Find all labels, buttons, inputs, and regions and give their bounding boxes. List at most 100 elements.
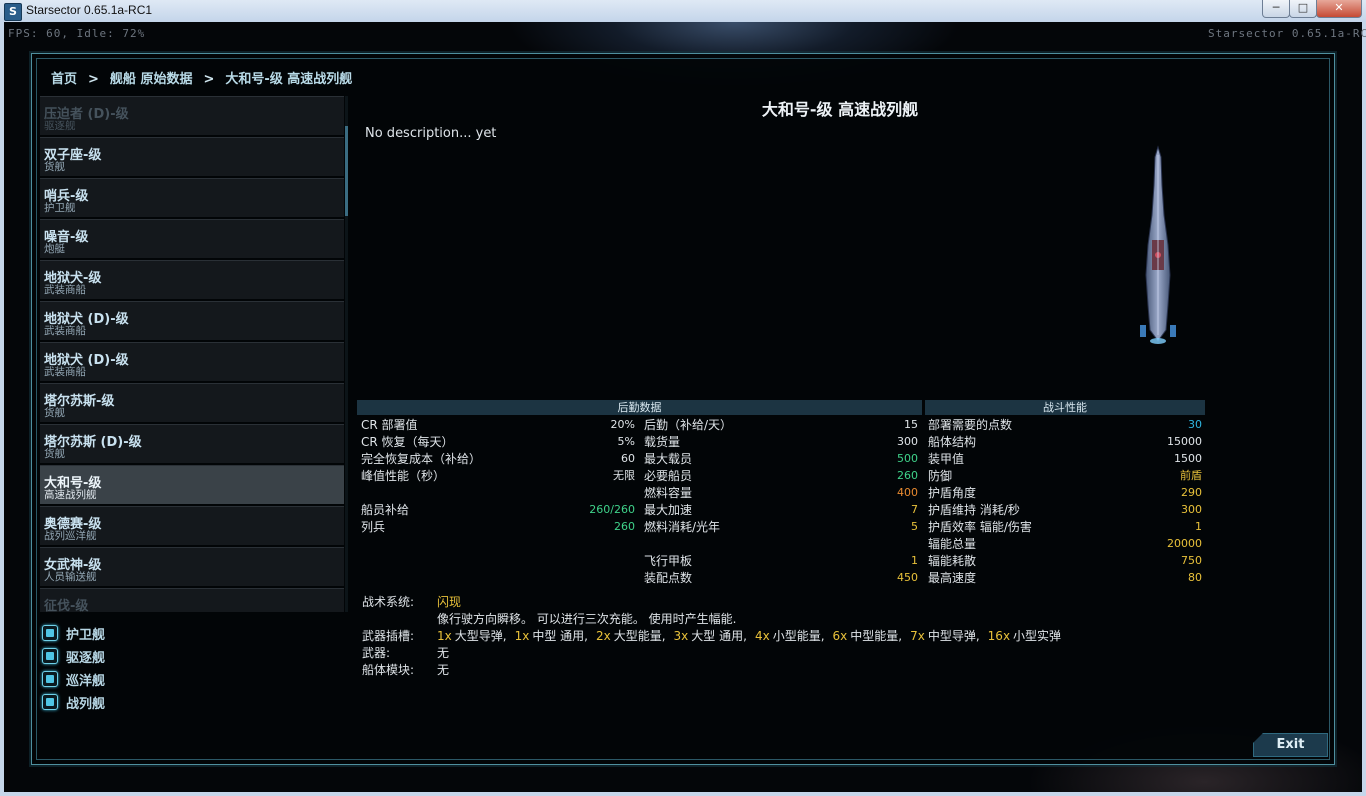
stat-value: 5% (617, 435, 635, 448)
weapon-slot-type: 大型能量, (613, 629, 666, 643)
tactical-system-label: 战术系统: (362, 595, 415, 609)
stat-value: 60 (621, 452, 635, 465)
weapon-slot-count: 6x (832, 629, 848, 643)
ship-description: No description... yet (365, 126, 497, 141)
checkbox-checked-icon (42, 648, 58, 664)
weapon-slot-type: 小型能量, (772, 629, 825, 643)
logistics-header: 后勤数据 (357, 400, 922, 415)
ship-class: 炮艇 (44, 243, 65, 255)
ship-list-item[interactable]: 压迫者 (D)-级 驱逐舰 (40, 96, 344, 135)
ship-class: 货舰 (44, 448, 65, 460)
ship-list-item[interactable]: 地狱犬 (D)-级 武装商船 (40, 342, 344, 381)
weapon-slot-count: 1x (514, 629, 530, 643)
weapon-slot-type: 中型 通用, (532, 629, 588, 643)
ship-list-item[interactable]: 塔尔苏斯 (D)-级 货舰 (40, 424, 344, 463)
filter-label: 驱逐舰 (66, 651, 106, 666)
window-title: Starsector 0.65.1a-RC1 (26, 3, 153, 17)
ship-list-item[interactable]: 噪音-级 炮艇 (40, 219, 344, 258)
stat-label: 燃料容量 (644, 486, 693, 500)
ship-class: 战列巡洋舰 (44, 530, 97, 542)
ship-list-item[interactable]: 征伐-级 (40, 588, 344, 612)
stat-label: 最高速度 (928, 571, 977, 585)
breadcrumb: 首页 > 舰船 原始数据 > 大和号-级 高速战列舰 (51, 68, 352, 87)
ship-class: 武装商船 (44, 325, 86, 337)
weapon-slots-label: 武器插槽: (362, 629, 415, 643)
tactical-system-description: 像行驶方向瞬移。 可以进行三次充能。 使用时产生幅能. (437, 612, 737, 626)
stat-value: 750 (1181, 554, 1202, 567)
stat-label: 后勤（补给/天） (644, 418, 733, 432)
exit-button[interactable]: Exit (1253, 733, 1328, 757)
weapon-slot-count: 7x (910, 629, 925, 643)
breadcrumb-current[interactable]: 大和号-级 高速战列舰 (225, 68, 352, 87)
ship-class: 人员输送舰 (44, 571, 97, 583)
maximize-button[interactable]: □ (1289, 0, 1317, 18)
stat-value: 20% (610, 418, 635, 431)
stat-label: 峰值性能（秒） (361, 469, 446, 483)
ship-list-item[interactable]: 女武神-级 人员输送舰 (40, 547, 344, 586)
weapon-slot-count: 2x (595, 629, 611, 643)
breadcrumb-separator: > (88, 72, 99, 87)
stat-value: 260 (614, 520, 635, 533)
stat-label: 装配点数 (644, 571, 693, 585)
stat-value: 260/260 (589, 503, 635, 516)
weapon-slots-list: 1x 大型导弹, 1x 中型 通用, 2x 大型能量, 3x 大型 通用, 4x 小型能量, 6x 中… (437, 628, 1069, 644)
stat-value: 290 (1181, 486, 1202, 499)
stat-value: 7 (911, 503, 918, 516)
stat-value: 1 (1195, 520, 1202, 533)
close-button[interactable]: ✕ (1316, 0, 1362, 18)
breadcrumb-ship-data[interactable]: 舰船 原始数据 (110, 68, 193, 87)
stat-label: 最大载员 (644, 452, 693, 466)
ship-class: 护卫舰 (44, 202, 76, 214)
stat-label: 最大加速 (644, 503, 693, 517)
breadcrumb-home[interactable]: 首页 (51, 68, 77, 87)
stat-label: 列兵 (361, 520, 386, 534)
ship-list-item[interactable]: 双子座-级 货舰 (40, 137, 344, 176)
weapon-slot-count: 16x (987, 629, 1011, 643)
combat-header: 战斗性能 (925, 400, 1205, 415)
filter-label: 战列舰 (66, 697, 106, 712)
fps-counter: FPS: 60, Idle: 72% (8, 27, 146, 40)
stat-label: 辐能耗散 (928, 554, 977, 568)
hullmods-label: 船体模块: (362, 663, 415, 677)
ship-class: 驱逐舰 (44, 120, 76, 132)
stat-value: 前盾 (1180, 469, 1202, 482)
weapon-slot-count: 1x (437, 629, 452, 643)
stat-label: 护盾维持 消耗/秒 (928, 503, 1020, 517)
stat-label: 船体结构 (928, 435, 977, 449)
stat-label: 防御 (928, 469, 953, 483)
checkbox-checked-icon (42, 694, 58, 710)
stat-label: 必要船员 (644, 469, 693, 483)
app-icon: S (4, 3, 22, 21)
stat-value: 5 (911, 520, 918, 533)
ship-list-item[interactable]: 奥德赛-级 战列巡洋舰 (40, 506, 344, 545)
stat-label: CR 部署值 (361, 418, 418, 432)
ship-list-item[interactable]: 地狱犬 (D)-级 武装商船 (40, 301, 344, 340)
ship-list-item-selected[interactable]: 大和号-级 高速战列舰 (40, 465, 344, 504)
weapon-slot-type: 大型 通用, (691, 629, 747, 643)
stat-label: 装甲值 (928, 452, 965, 466)
ship-list-item[interactable]: 哨兵-级 护卫舰 (40, 178, 344, 217)
breadcrumb-separator: > (203, 72, 215, 87)
stat-value: 400 (897, 486, 918, 499)
ship-class: 武装商船 (44, 284, 86, 296)
weapon-slot-type: 大型导弹, (454, 629, 507, 643)
weapon-slot-type: 中型导弹, (927, 629, 980, 643)
filter-label: 巡洋舰 (66, 674, 106, 689)
weapon-slot-type: 中型能量, (850, 629, 903, 643)
stat-value: 260 (897, 469, 918, 482)
ship-class: 武装商船 (44, 366, 86, 378)
ship-list-item[interactable]: 塔尔苏斯-级 货舰 (40, 383, 344, 422)
ship-list-item[interactable]: 地狱犬-级 武装商船 (40, 260, 344, 299)
weapon-slot-count: 3x (673, 629, 689, 643)
stat-value: 1 (911, 554, 918, 567)
stat-label: CR 恢复（每天） (361, 435, 454, 449)
minimize-button[interactable]: ─ (1262, 0, 1290, 18)
ship-name: 征伐-级 (44, 599, 89, 612)
ship-sprite-image (1140, 145, 1176, 344)
stat-value: 15000 (1167, 435, 1202, 448)
window-titlebar: S Starsector 0.65.1a-RC1 ─ □ ✕ (0, 0, 1366, 23)
checkbox-checked-icon (42, 671, 58, 687)
ship-list-scroll-thumb[interactable] (345, 126, 348, 216)
stat-label: 完全恢复成本（补给） (361, 452, 482, 466)
ship-class: 货舰 (44, 161, 65, 173)
